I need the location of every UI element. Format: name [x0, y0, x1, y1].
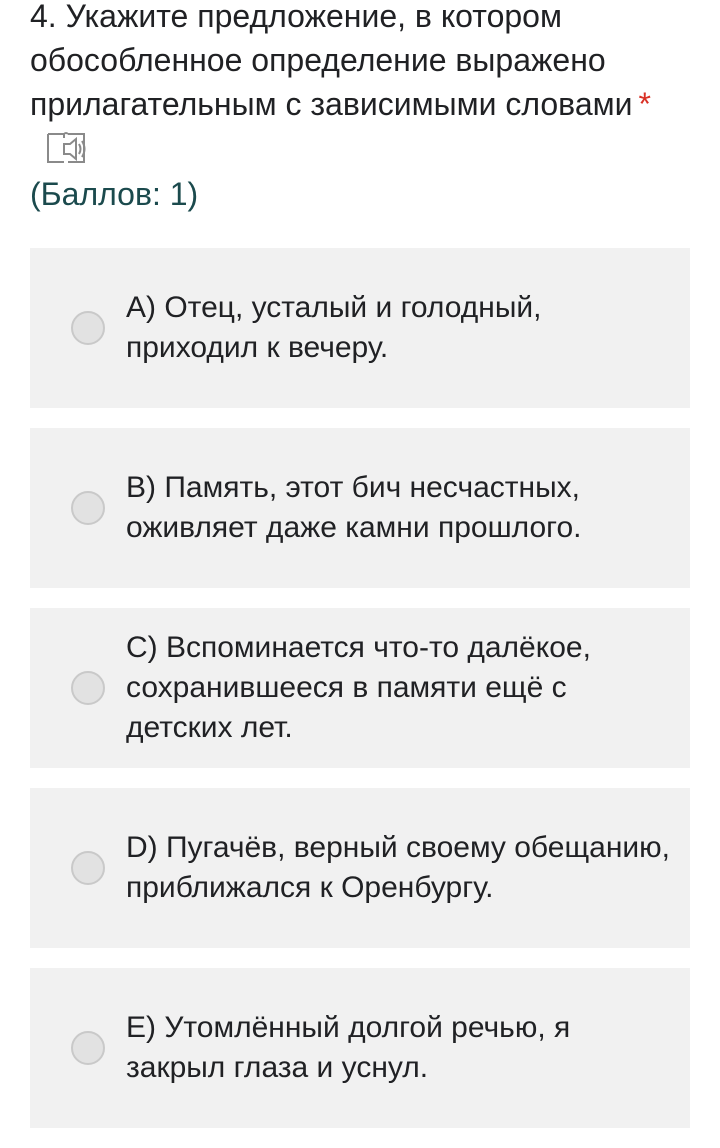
question-points: (Баллов: 1) — [30, 176, 199, 212]
question-header: 4. Укажите предложение, в котором обособ… — [30, 0, 690, 216]
option-label: D) Пугачёв, верный своему обещанию, приб… — [126, 831, 670, 904]
option-d[interactable]: D) Пугачёв, верный своему обещанию, приб… — [30, 788, 690, 948]
option-label: A) Отец, усталый и голодный, приходил к … — [126, 291, 542, 364]
question-text: 4. Укажите предложение, в котором обособ… — [30, 0, 633, 122]
required-asterisk: * — [638, 86, 651, 122]
option-label: B) Память, этот бич несчастных, оживляет… — [126, 471, 582, 544]
option-e[interactable]: E) Утомлённый долгой речью, я закрыл гла… — [30, 968, 690, 1128]
radio-button[interactable] — [71, 311, 105, 345]
option-b[interactable]: B) Память, этот бич несчастных, оживляет… — [30, 428, 690, 588]
text-to-speech-icon[interactable] — [44, 130, 88, 166]
radio-button[interactable] — [71, 1031, 105, 1065]
question-title: 4. Укажите предложение, в котором обособ… — [30, 0, 690, 170]
answer-options: A) Отец, усталый и голодный, приходил к … — [30, 248, 690, 1148]
option-label: E) Утомлённый долгой речью, я закрыл гла… — [126, 1011, 571, 1084]
radio-button[interactable] — [71, 491, 105, 525]
radio-button[interactable] — [71, 851, 105, 885]
option-label: C) Вспоминается что-то далёкое, сохранив… — [126, 631, 591, 744]
radio-button[interactable] — [71, 671, 105, 705]
option-c[interactable]: C) Вспоминается что-то далёкое, сохранив… — [30, 608, 690, 768]
option-a[interactable]: A) Отец, усталый и голодный, приходил к … — [30, 248, 690, 408]
